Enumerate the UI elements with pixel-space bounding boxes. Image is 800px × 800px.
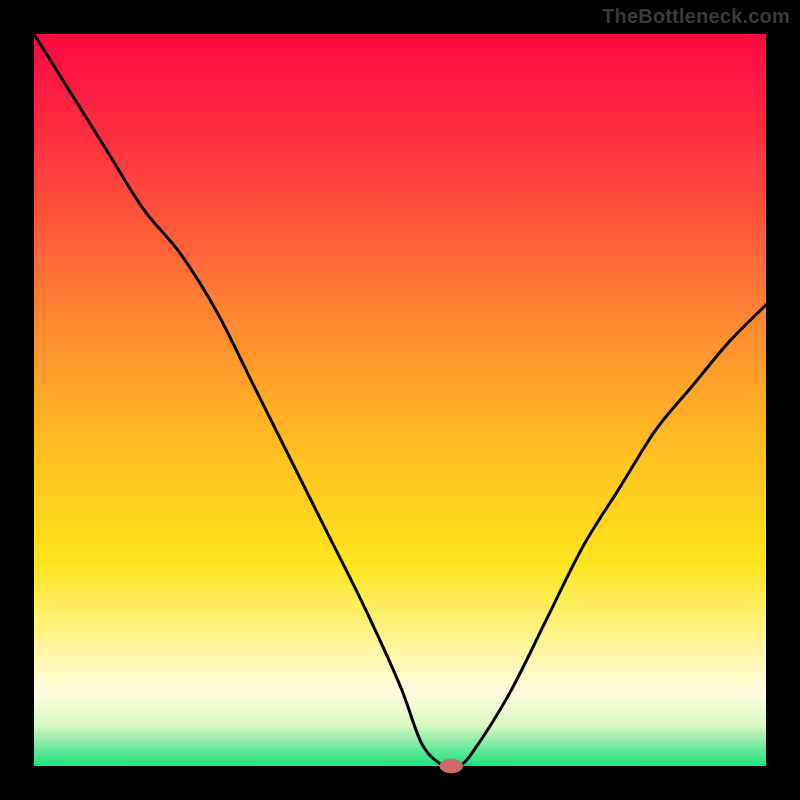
chart-container: TheBottleneck.com <box>0 0 800 800</box>
bottleneck-chart-svg <box>0 0 800 800</box>
watermark-text: TheBottleneck.com <box>602 6 790 29</box>
plot-area <box>34 34 766 766</box>
optimum-marker <box>440 759 463 774</box>
